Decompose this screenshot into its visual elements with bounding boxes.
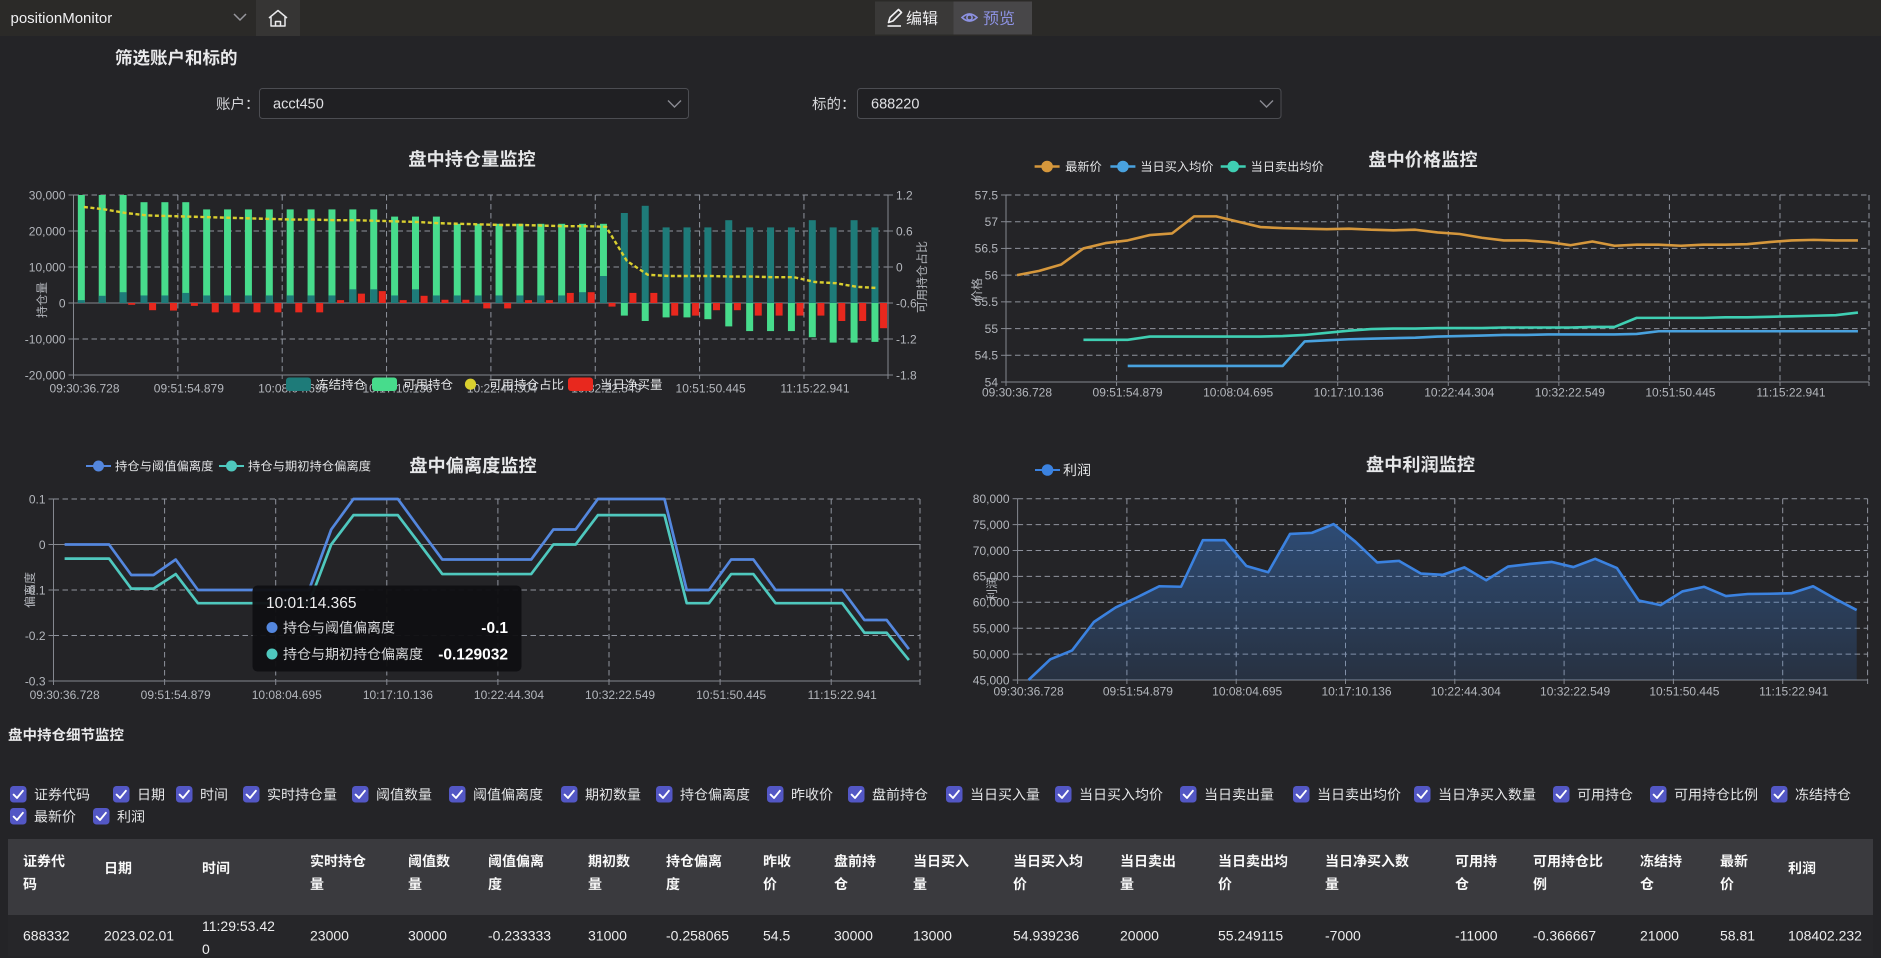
- svg-text:-0.2: -0.2: [25, 629, 46, 643]
- svg-text:0: 0: [39, 538, 46, 552]
- svg-text:10:08:04.695: 10:08:04.695: [252, 688, 322, 702]
- svg-text:0.6: 0.6: [896, 224, 913, 238]
- svg-text:0: 0: [59, 296, 66, 310]
- svg-text:10:32:22.549: 10:32:22.549: [1535, 386, 1605, 400]
- svg-text:0: 0: [896, 260, 903, 274]
- svg-text:11:15:22.941: 11:15:22.941: [808, 688, 878, 702]
- svg-text:10:17:10.136: 10:17:10.136: [1321, 685, 1391, 699]
- svg-text:0.1: 0.1: [29, 492, 46, 506]
- svg-text:11:15:22.941: 11:15:22.941: [1756, 386, 1826, 400]
- svg-text:09:51:54.879: 09:51:54.879: [154, 382, 224, 396]
- svg-text:55: 55: [985, 322, 999, 336]
- svg-text:11:15:22.941: 11:15:22.941: [1759, 685, 1829, 699]
- svg-text:0: 0: [202, 941, 210, 957]
- svg-text:23000: 23000: [310, 928, 349, 944]
- svg-text:acct450: acct450: [273, 97, 324, 113]
- svg-text:50,000: 50,000: [973, 647, 1010, 661]
- svg-text:10:51:50.445: 10:51:50.445: [1645, 386, 1715, 400]
- svg-text:09:30:36.728: 09:30:36.728: [49, 382, 119, 396]
- svg-text:55.5: 55.5: [975, 295, 999, 309]
- svg-text:10:22:44.304: 10:22:44.304: [1424, 386, 1494, 400]
- svg-text:80,000: 80,000: [973, 492, 1010, 506]
- svg-text:10:17:10.136: 10:17:10.136: [363, 688, 433, 702]
- svg-text:30000: 30000: [834, 928, 873, 944]
- svg-text:55,000: 55,000: [973, 622, 1010, 636]
- svg-text:09:30:36.728: 09:30:36.728: [30, 688, 100, 702]
- svg-text:56.5: 56.5: [975, 242, 999, 256]
- svg-text:54.5: 54.5: [763, 928, 790, 944]
- svg-text:11:29:53.42: 11:29:53.42: [202, 918, 275, 934]
- svg-text:70,000: 70,000: [973, 544, 1010, 558]
- svg-text:30000: 30000: [408, 928, 447, 944]
- svg-text:21000: 21000: [1640, 928, 1679, 944]
- svg-text:10:22:44.304: 10:22:44.304: [474, 688, 544, 702]
- svg-text:-0.6: -0.6: [896, 296, 917, 310]
- svg-text:30,000: 30,000: [29, 188, 66, 202]
- svg-text:10:17:10.136: 10:17:10.136: [1314, 386, 1384, 400]
- svg-text:-10,000: -10,000: [25, 332, 66, 346]
- svg-text:10:51:50.445: 10:51:50.445: [1649, 685, 1719, 699]
- svg-text:10:08:04.695: 10:08:04.695: [1212, 685, 1282, 699]
- svg-text:-0.1: -0.1: [481, 620, 508, 637]
- svg-text:-0.366667: -0.366667: [1533, 928, 1596, 944]
- svg-text:57: 57: [985, 215, 999, 229]
- svg-text:20,000: 20,000: [29, 224, 66, 238]
- svg-text:10:32:22.549: 10:32:22.549: [1540, 685, 1610, 699]
- svg-text:57.5: 57.5: [975, 188, 999, 202]
- svg-text:2023.02.01: 2023.02.01: [104, 928, 174, 944]
- svg-text:31000: 31000: [588, 928, 627, 944]
- svg-text:-0.233333: -0.233333: [488, 928, 551, 944]
- svg-text:10:32:22.549: 10:32:22.549: [585, 688, 655, 702]
- svg-text:-7000: -7000: [1325, 928, 1361, 944]
- svg-text:688332: 688332: [23, 928, 70, 944]
- svg-text:56: 56: [985, 268, 999, 282]
- svg-text:-1.2: -1.2: [896, 332, 917, 346]
- svg-text:13000: 13000: [913, 928, 952, 944]
- svg-text:09:30:36.728: 09:30:36.728: [994, 685, 1064, 699]
- svg-text:-1.8: -1.8: [896, 368, 917, 382]
- svg-text:10:51:50.445: 10:51:50.445: [696, 688, 766, 702]
- svg-text:688220: 688220: [871, 97, 919, 113]
- svg-text:10:08:04.695: 10:08:04.695: [1203, 386, 1273, 400]
- svg-text:75,000: 75,000: [973, 518, 1010, 532]
- svg-text:20000: 20000: [1120, 928, 1159, 944]
- svg-text:-11000: -11000: [1455, 928, 1498, 944]
- svg-text:-0.129032: -0.129032: [438, 647, 508, 664]
- svg-text:55.249115: 55.249115: [1218, 928, 1283, 944]
- svg-text:58.81: 58.81: [1720, 928, 1755, 944]
- svg-text:10:22:44.304: 10:22:44.304: [467, 382, 537, 396]
- svg-text:09:51:54.879: 09:51:54.879: [1093, 386, 1163, 400]
- svg-text:10:22:44.304: 10:22:44.304: [1431, 685, 1501, 699]
- svg-text:11:15:22.941: 11:15:22.941: [780, 382, 850, 396]
- svg-text:-20,000: -20,000: [25, 368, 66, 382]
- svg-text:54.939236: 54.939236: [1013, 928, 1079, 944]
- svg-text:-0.3: -0.3: [25, 674, 46, 688]
- svg-text:09:30:36.728: 09:30:36.728: [982, 386, 1052, 400]
- svg-text:10:01:14.365: 10:01:14.365: [266, 595, 357, 612]
- svg-text:10,000: 10,000: [29, 260, 66, 274]
- svg-text:09:51:54.879: 09:51:54.879: [1103, 685, 1173, 699]
- svg-text:1.2: 1.2: [896, 188, 913, 202]
- svg-text:positionMonitor: positionMonitor: [11, 10, 113, 27]
- svg-text:54.5: 54.5: [975, 349, 999, 363]
- svg-text:-0.258065: -0.258065: [666, 928, 729, 944]
- svg-text:108402.232: 108402.232: [1788, 928, 1862, 944]
- svg-text:09:51:54.879: 09:51:54.879: [141, 688, 211, 702]
- svg-text:10:51:50.445: 10:51:50.445: [676, 382, 746, 396]
